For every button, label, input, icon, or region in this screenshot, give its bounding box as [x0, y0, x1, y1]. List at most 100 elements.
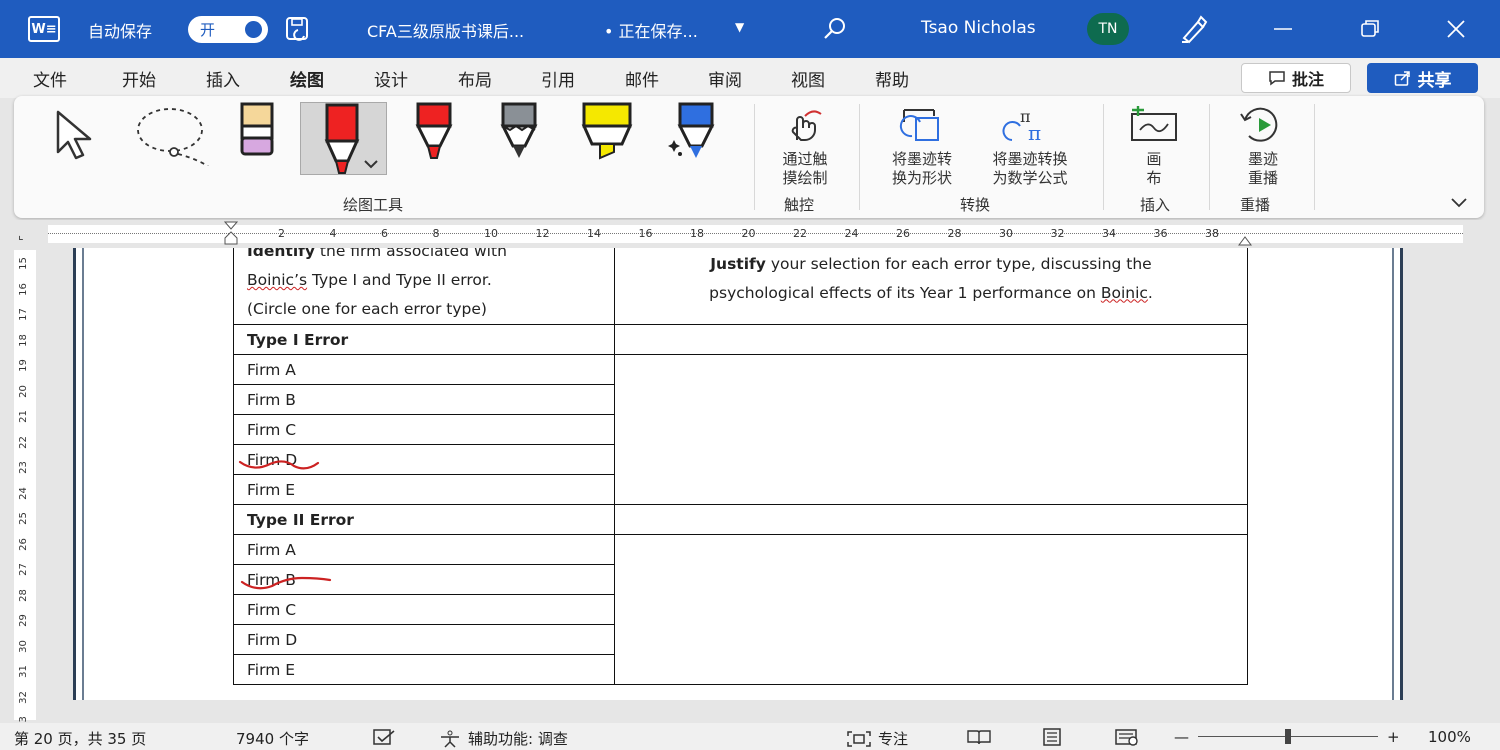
focus-mode-button[interactable]: 专注: [846, 728, 908, 749]
ink-to-shape-icon: [899, 109, 939, 141]
tab-design[interactable]: 设计: [374, 66, 408, 91]
autosave-toggle-label: 开: [200, 21, 216, 39]
restore-button[interactable]: [1355, 14, 1385, 44]
zoom-in-button[interactable]: +: [1387, 728, 1400, 746]
ribbon-collapse-chevron-icon[interactable]: [1450, 194, 1468, 213]
minimize-button[interactable]: [1268, 14, 1298, 44]
read-mode-icon[interactable]: [966, 728, 992, 746]
justify-line2-post: .: [1147, 283, 1153, 302]
type1-label-cell[interactable]: Type I Error: [233, 324, 615, 355]
print-layout-icon[interactable]: [1040, 728, 1064, 746]
search-icon[interactable]: [820, 14, 850, 44]
document-page[interactable]: Identify the firm associated with Boinic…: [73, 248, 1403, 700]
type2-justify-cell[interactable]: [614, 534, 1248, 685]
proofing-icon[interactable]: [372, 728, 398, 746]
ink-replay-button[interactable]: 墨迹 重播: [1226, 106, 1300, 188]
tab-review[interactable]: 审阅: [708, 66, 742, 91]
ruler-tick-label: 16: [638, 227, 653, 240]
ink-to-math-label-1: 将墨迹转换: [992, 150, 1068, 168]
ink-to-shape-label-1: 将墨迹转: [891, 150, 952, 168]
document-title[interactable]: CFA三级原版书课后...: [367, 18, 524, 42]
save-status[interactable]: • 正在保存...: [604, 18, 698, 42]
pen-icon[interactable]: [1178, 14, 1210, 44]
ink-replay-label-1: 墨迹: [1247, 150, 1278, 168]
highlighter-icon[interactable]: [580, 102, 634, 162]
tab-help[interactable]: 帮助: [875, 66, 909, 91]
table-row[interactable]: Firm E: [233, 474, 615, 505]
pencil-icon[interactable]: [498, 102, 540, 162]
table-row[interactable]: Firm C: [233, 594, 615, 625]
tab-mailings[interactable]: 邮件: [625, 66, 659, 91]
table-header-justify[interactable]: Justify your selection for each error ty…: [614, 248, 1248, 325]
share-label: 共享: [1417, 70, 1452, 91]
red-pen-icon[interactable]: [413, 102, 455, 162]
canvas-label-2: 布: [1146, 169, 1162, 187]
table-row[interactable]: Firm B: [233, 384, 615, 415]
canvas-button[interactable]: 画 布: [1122, 106, 1186, 188]
ink-to-shape-button[interactable]: 将墨迹转 换为形状: [874, 106, 970, 188]
zoom-slider-thumb[interactable]: [1285, 729, 1291, 744]
web-layout-icon[interactable]: [1114, 728, 1140, 746]
table-row[interactable]: Firm D: [233, 624, 615, 655]
replay-icon: [1240, 107, 1278, 142]
ink-to-math-label-2: 为数学公式: [992, 169, 1068, 187]
vertical-ruler[interactable]: 15161718192021222324252627282930313233: [14, 250, 36, 729]
avatar[interactable]: TN: [1087, 13, 1129, 45]
type2-label-cell[interactable]: Type II Error: [233, 504, 615, 535]
tab-references[interactable]: 引用: [541, 66, 575, 91]
identify-line2: Type I and Type II error.: [307, 271, 492, 289]
table-row[interactable]: Firm A: [233, 534, 615, 565]
comments-button[interactable]: 批注: [1241, 63, 1351, 93]
word-icon[interactable]: W≡: [28, 16, 60, 42]
lasso-select-icon[interactable]: [132, 106, 214, 167]
tab-layout[interactable]: 布局: [458, 66, 492, 91]
word-count[interactable]: 7940 个字: [236, 728, 309, 749]
tab-draw[interactable]: 绘图: [290, 66, 324, 99]
accessibility-status[interactable]: 辅助功能: 调查: [438, 728, 568, 749]
ink-stroke-firm-b[interactable]: [236, 570, 346, 596]
ruler-tick-label: 28: [17, 588, 29, 602]
error-type-table[interactable]: Identify the firm associated with Boinic…: [233, 248, 1248, 685]
close-button[interactable]: [1441, 14, 1471, 44]
type2-justify-header-cell[interactable]: [614, 504, 1248, 535]
eraser-icon[interactable]: [236, 102, 278, 162]
ruler-tick-label: 32: [1050, 227, 1065, 240]
document-canvas[interactable]: Identify the firm associated with Boinic…: [38, 248, 1465, 723]
ruler-tick-label: 20: [741, 227, 756, 240]
table-row[interactable]: Firm C: [233, 414, 615, 445]
horizontal-ruler[interactable]: ⌞ 2 4 6 8 10 12 14 16 18 20 22 24 26 28 30 32 34 36 38: [0, 220, 1500, 247]
ink-to-math-button[interactable]: ππ 将墨迹转换 为数学公式: [974, 106, 1086, 188]
ribbon-separator: [859, 104, 860, 210]
status-bar: 第 20 页，共 35 页 7940 个字 辅助功能: 调查 专注 — + 10…: [0, 723, 1500, 750]
tab-file[interactable]: 文件: [33, 66, 67, 91]
save-icon[interactable]: [284, 16, 312, 42]
table-header-identify[interactable]: Identify the firm associated with Boinic…: [233, 248, 615, 325]
zoom-level[interactable]: 100%: [1428, 728, 1471, 746]
tab-view[interactable]: 视图: [791, 66, 825, 91]
share-button[interactable]: 共享: [1367, 63, 1478, 93]
ink-stroke-firm-d[interactable]: [236, 448, 336, 472]
page-border-right: [1392, 248, 1394, 700]
chevron-down-icon[interactable]: ▼: [735, 20, 744, 34]
galaxy-pen-icon[interactable]: [666, 102, 720, 162]
type1-justify-header-cell[interactable]: [614, 324, 1248, 355]
tab-home[interactable]: 开始: [122, 66, 156, 91]
touch-draw-button[interactable]: 通过触 摸绘制: [770, 106, 840, 188]
type1-firm-b: Firm B: [247, 390, 296, 409]
type1-justify-cell[interactable]: [614, 354, 1248, 505]
indent-marker-icon[interactable]: [223, 220, 239, 247]
page-info[interactable]: 第 20 页，共 35 页: [14, 728, 146, 749]
autosave-toggle[interactable]: 开: [188, 16, 268, 43]
select-arrow-icon[interactable]: [52, 106, 108, 164]
ruler-tick-label: 2: [278, 227, 285, 240]
tab-insert[interactable]: 插入: [206, 66, 240, 91]
right-indent-marker-icon[interactable]: [1238, 232, 1252, 246]
table-row[interactable]: Firm E: [233, 654, 615, 685]
canvas-icon: [1131, 106, 1177, 141]
tab-stop-icon[interactable]: ⌞: [18, 228, 24, 242]
table-row[interactable]: Firm A: [233, 354, 615, 385]
zoom-out-button[interactable]: —: [1174, 728, 1189, 746]
menu-bar: 文件 开始 插入 绘图 设计 布局 引用 邮件 审阅 视图 帮助 批注 共享: [0, 58, 1500, 99]
user-name[interactable]: Tsao Nicholas: [921, 18, 1036, 38]
red-pen-tool[interactable]: [300, 102, 387, 175]
